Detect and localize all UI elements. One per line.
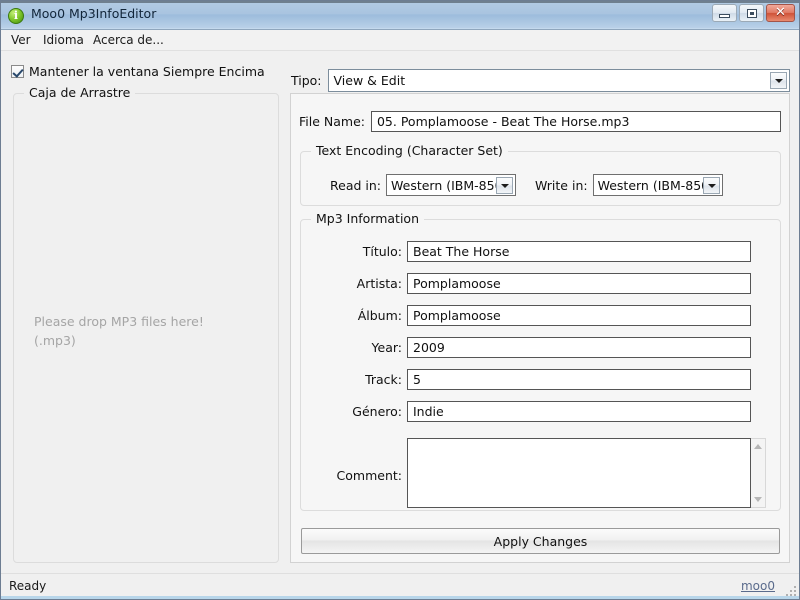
titulo-input[interactable]: Beat The Horse	[407, 241, 751, 262]
field-row-genero: Género: Indie	[301, 400, 780, 423]
application-window: Moo0 Mp3InfoEditor ✕ Ver Idioma Acerca d…	[0, 0, 800, 600]
write-in-value: Western (IBM-850	[597, 177, 706, 193]
write-in-label: Write in:	[535, 177, 588, 193]
genero-input[interactable]: Indie	[407, 401, 751, 422]
track-label: Track:	[365, 372, 402, 387]
close-button[interactable]: ✕	[766, 4, 795, 22]
chevron-down-icon[interactable]	[496, 177, 513, 194]
mp3-information-group: Mp3 Information Título: Beat The Horse A…	[300, 211, 781, 511]
drop-zone-hint-line2: (.mp3)	[34, 333, 76, 348]
year-label: Year:	[371, 340, 402, 355]
title-bar: Moo0 Mp3InfoEditor ✕	[1, 1, 799, 30]
menu-item-acerca-de[interactable]: Acerca de...	[89, 33, 168, 47]
tipo-value: View & Edit	[333, 73, 406, 88]
mp3-information-title: Mp3 Information	[311, 211, 425, 226]
artista-input[interactable]: Pomplamoose	[407, 273, 751, 294]
menu-item-ver[interactable]: Ver	[7, 33, 35, 47]
resize-grip[interactable]	[784, 584, 796, 596]
text-encoding-group: Text Encoding (Character Set) Read in: W…	[300, 143, 781, 206]
field-row-titulo: Título: Beat The Horse	[301, 240, 780, 263]
tipo-select[interactable]: View & Edit	[327, 69, 790, 92]
maximize-icon	[747, 9, 757, 18]
title-bar-top-line	[1, 1, 799, 3]
encoding-row: Read in: Western (IBM-850 Write in: West…	[301, 174, 780, 196]
chevron-down-icon[interactable]	[770, 72, 787, 89]
file-name-label: File Name:	[299, 114, 365, 129]
close-icon: ✕	[775, 5, 786, 20]
file-name-row: File Name: 05. Pomplamoose - Beat The Ho…	[299, 111, 781, 132]
drop-zone-hint-line1: Please drop MP3 files here!	[34, 314, 204, 329]
tipo-row: Tipo: View & Edit	[291, 68, 790, 93]
track-input[interactable]: 5	[407, 369, 751, 390]
text-encoding-title: Text Encoding (Character Set)	[311, 143, 508, 158]
field-row-comment: Comment:	[301, 438, 780, 508]
field-row-year: Year: 2009	[301, 336, 780, 359]
minimize-icon	[719, 14, 730, 18]
always-on-top-checkbox[interactable]	[11, 65, 24, 78]
status-bar: Ready moo0	[1, 573, 799, 599]
scroll-up-icon[interactable]	[754, 444, 762, 449]
window-title: Moo0 Mp3InfoEditor	[31, 6, 157, 21]
menu-item-idioma[interactable]: Idioma	[39, 33, 88, 47]
status-message: Ready	[9, 579, 47, 593]
artista-label: Artista:	[356, 276, 402, 291]
field-row-track: Track: 5	[301, 368, 780, 391]
apply-changes-button[interactable]: Apply Changes	[301, 528, 780, 554]
field-row-artista: Artista: Pomplamoose	[301, 272, 780, 295]
drop-zone[interactable]: Caja de Arrastre Please drop MP3 files h…	[13, 85, 279, 563]
drop-zone-title: Caja de Arrastre	[24, 85, 136, 100]
album-label: Álbum:	[357, 308, 402, 323]
read-in-select[interactable]: Western (IBM-850	[386, 174, 516, 196]
tipo-label: Tipo:	[291, 73, 322, 88]
genero-label: Género:	[352, 404, 402, 419]
window-controls: ✕	[712, 4, 795, 22]
moo0-link[interactable]: moo0	[741, 579, 775, 593]
info-circle-icon	[8, 8, 24, 24]
always-on-top-row[interactable]: Mantener la ventana Siempre Encima	[11, 64, 265, 79]
read-in-value: Western (IBM-850	[391, 177, 499, 193]
drop-zone-hint: Please drop MP3 files here! (.mp3)	[34, 312, 204, 350]
comment-scrollbar[interactable]	[751, 438, 766, 508]
write-in-select[interactable]: Western (IBM-850	[592, 174, 723, 196]
minimize-button[interactable]	[712, 4, 737, 22]
comment-label: Comment:	[336, 468, 402, 483]
field-row-album: Álbum: Pomplamoose	[301, 304, 780, 327]
maximize-button[interactable]	[739, 4, 764, 22]
album-input[interactable]: Pomplamoose	[407, 305, 751, 326]
menu-bar: Ver Idioma Acerca de...	[1, 30, 799, 51]
always-on-top-label: Mantener la ventana Siempre Encima	[29, 64, 265, 79]
bottom-accent-bar	[1, 596, 799, 599]
titulo-label: Título:	[362, 244, 402, 259]
read-in-label: Read in:	[330, 177, 381, 193]
scroll-down-icon[interactable]	[754, 497, 762, 502]
comment-input[interactable]	[407, 438, 751, 508]
file-name-input[interactable]: 05. Pomplamoose - Beat The Horse.mp3	[370, 111, 781, 132]
chevron-down-icon[interactable]	[702, 177, 720, 194]
year-input[interactable]: 2009	[407, 337, 751, 358]
